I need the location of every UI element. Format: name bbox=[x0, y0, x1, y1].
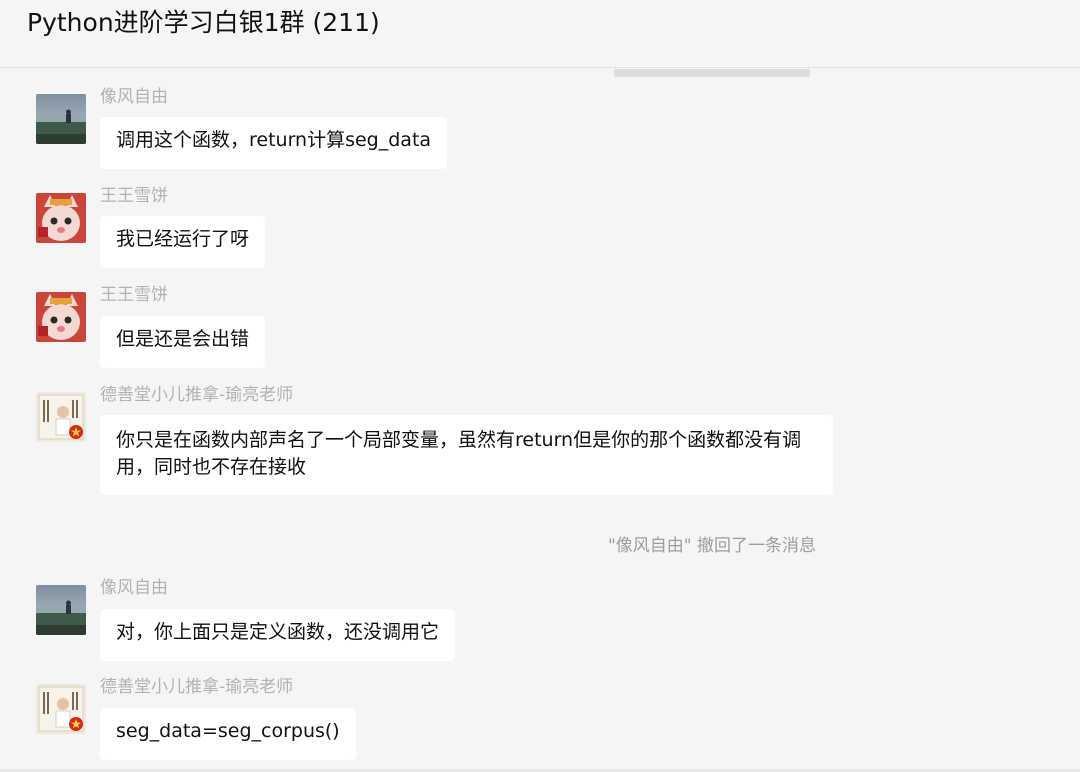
recall-notice: "像风自由" 撤回了一条消息 bbox=[0, 536, 1080, 556]
sender-name: 德善堂小儿推拿-瑜亮老师 bbox=[100, 677, 294, 697]
sender-name: 德善堂小儿推拿-瑜亮老师 bbox=[100, 385, 294, 405]
chat-title: Python进阶学习白银1群 (211) bbox=[27, 8, 380, 37]
teacher-avatar[interactable] bbox=[36, 392, 86, 442]
teacher-avatar[interactable] bbox=[36, 684, 86, 734]
sender-name: 像风自由 bbox=[100, 578, 168, 598]
recall-notice-text: "像风自由" 撤回了一条消息 bbox=[607, 536, 817, 556]
chat-header: Python进阶学习白银1群 (211) bbox=[0, 0, 1080, 68]
sender-name: 王王雪饼 bbox=[100, 285, 168, 305]
landscape-avatar[interactable] bbox=[36, 94, 86, 144]
message-bubble[interactable]: 但是还是会出错 bbox=[100, 316, 266, 368]
message-bubble[interactable]: 我已经运行了呀 bbox=[100, 216, 266, 268]
sender-name: 王王雪饼 bbox=[100, 186, 168, 206]
message-bubble[interactable]: 对，你上面只是定义函数，还没调用它 bbox=[100, 609, 456, 661]
scrollbar-thumb[interactable] bbox=[614, 69, 810, 77]
message-bubble[interactable]: seg_data=seg_corpus() bbox=[100, 708, 356, 760]
cartoon-cat-avatar[interactable] bbox=[36, 292, 86, 342]
sender-name: 像风自由 bbox=[100, 87, 168, 107]
message-bubble[interactable]: 你只是在函数内部声名了一个局部变量，虽然有return但是你的那个函数都没有调用… bbox=[100, 415, 833, 495]
cartoon-cat-avatar[interactable] bbox=[36, 193, 86, 243]
message-bubble[interactable]: 调用这个函数，return计算seg_data bbox=[100, 117, 448, 169]
landscape-avatar[interactable] bbox=[36, 585, 86, 635]
